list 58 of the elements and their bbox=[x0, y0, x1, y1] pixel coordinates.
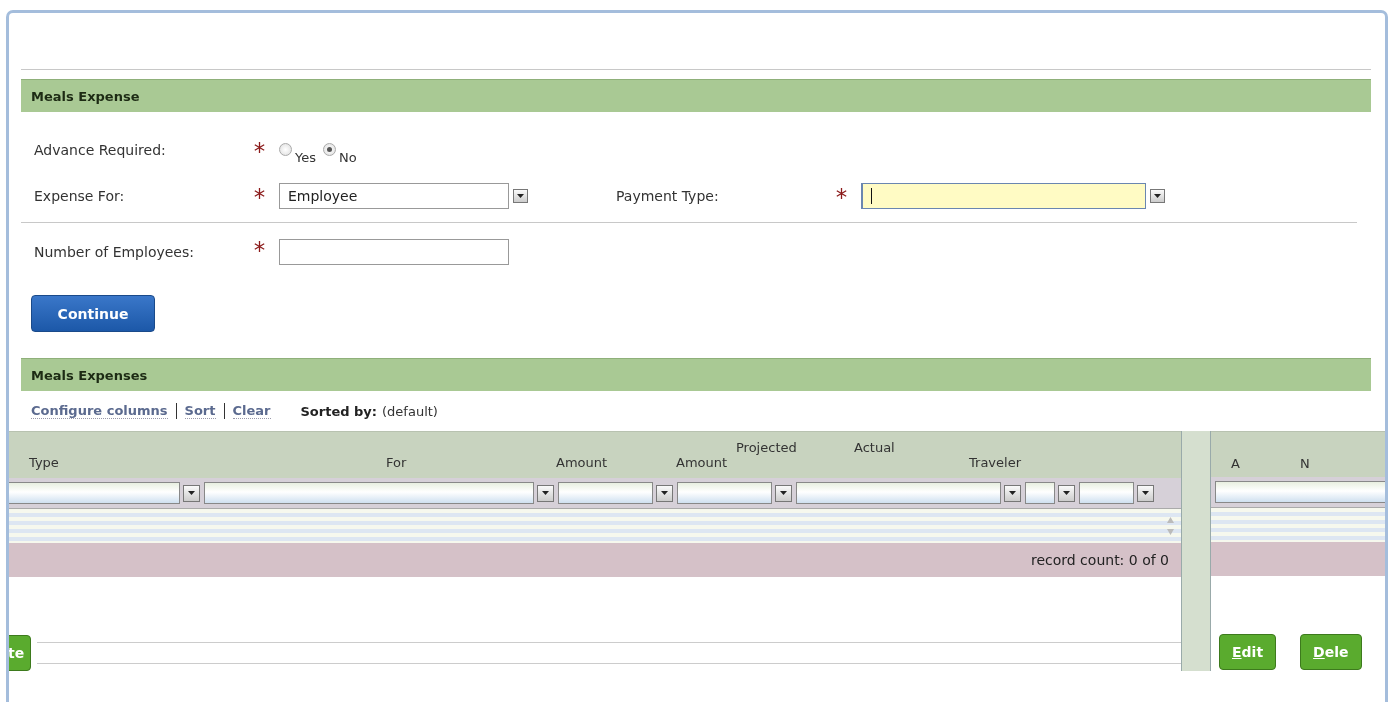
column-header[interactable]: Traveler bbox=[794, 455, 1021, 470]
dropdown-button[interactable] bbox=[1004, 484, 1021, 502]
field-label: Payment Type: bbox=[616, 188, 720, 204]
column-header[interactable]: Projected bbox=[676, 440, 797, 455]
caret-icon bbox=[1141, 490, 1150, 496]
field-label: Advance Required: bbox=[34, 142, 167, 158]
continue-button[interactable]: Continue bbox=[31, 295, 155, 332]
grid-link[interactable]: Configure columns bbox=[31, 403, 168, 419]
dropdown-button[interactable] bbox=[656, 484, 673, 502]
filter-field[interactable] bbox=[204, 482, 534, 504]
caret-icon bbox=[516, 193, 525, 199]
column-header[interactable]: For bbox=[206, 455, 407, 470]
radio-label: No bbox=[339, 149, 357, 165]
dropdown-button[interactable] bbox=[513, 189, 528, 203]
sort-label: Sorted by: bbox=[300, 403, 378, 419]
radio-button[interactable] bbox=[279, 142, 292, 156]
filter-field[interactable] bbox=[1215, 481, 1385, 503]
column-header[interactable]: N bbox=[1299, 456, 1310, 471]
grid-link[interactable]: Clear bbox=[232, 403, 271, 419]
dropdown-button[interactable] bbox=[183, 484, 200, 502]
scroll-arrows-icon[interactable] bbox=[1166, 515, 1175, 537]
splitter-bar[interactable] bbox=[1181, 431, 1211, 671]
caret-icon bbox=[779, 490, 788, 496]
column-header[interactable]: Amount bbox=[676, 455, 728, 470]
sort-value: (default) bbox=[382, 403, 438, 419]
filter-field[interactable] bbox=[1079, 482, 1134, 504]
caret-icon bbox=[1008, 490, 1017, 496]
column-header[interactable]: Type bbox=[9, 455, 59, 470]
field-label: Expense For: bbox=[34, 188, 126, 204]
grid-link[interactable]: Sort bbox=[184, 403, 216, 419]
filter-field[interactable] bbox=[796, 482, 1001, 504]
dropdown-button[interactable] bbox=[1058, 484, 1075, 502]
caret-icon bbox=[1062, 490, 1071, 496]
record-count: record count: 0 of 0 bbox=[9, 543, 1181, 577]
radio-button[interactable] bbox=[323, 142, 336, 156]
caret-icon bbox=[541, 490, 550, 496]
caret-icon bbox=[187, 490, 196, 496]
caret-icon bbox=[1153, 193, 1162, 199]
dropdown-button[interactable] bbox=[775, 484, 792, 502]
filter-field[interactable] bbox=[677, 482, 772, 504]
column-header[interactable]: A bbox=[1231, 456, 1240, 471]
caret-icon bbox=[660, 490, 669, 496]
filter-field[interactable] bbox=[558, 482, 653, 504]
column-header[interactable]: Amount bbox=[556, 455, 608, 470]
select-field[interactable]: Employee bbox=[279, 183, 509, 209]
section-header: Meals Expense bbox=[21, 79, 1371, 112]
select-field[interactable] bbox=[861, 183, 1146, 209]
dropdown-button[interactable] bbox=[1150, 189, 1165, 203]
text-cursor bbox=[871, 188, 872, 204]
filter-field[interactable] bbox=[1025, 482, 1055, 504]
section-header: Meals Expenses bbox=[21, 358, 1371, 391]
input-field[interactable] bbox=[279, 239, 509, 265]
radio-label: Yes bbox=[295, 149, 316, 165]
filter-field[interactable] bbox=[9, 482, 180, 504]
dropdown-button[interactable] bbox=[1137, 484, 1154, 502]
empty-field[interactable] bbox=[37, 642, 1181, 664]
dropdown-button[interactable] bbox=[537, 484, 554, 502]
field-label: Number of Employees: bbox=[34, 244, 195, 260]
